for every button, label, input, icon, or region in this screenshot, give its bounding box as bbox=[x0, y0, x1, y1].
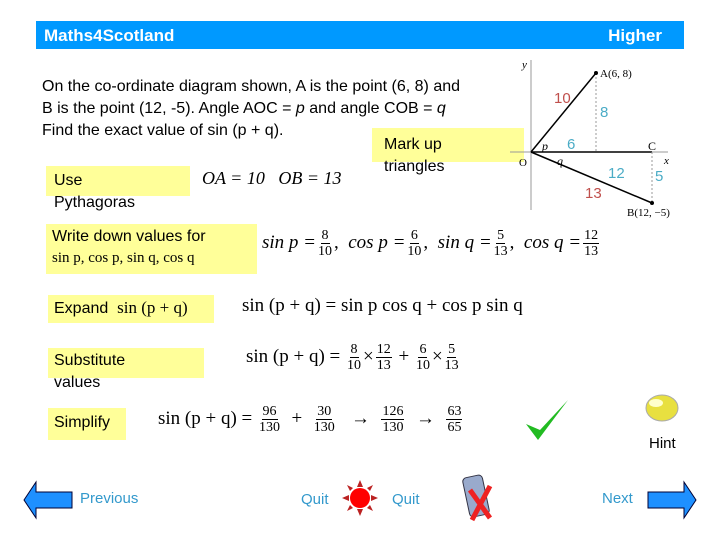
previous-arrow-icon[interactable] bbox=[22, 480, 74, 520]
svg-text:A(6, 8): A(6, 8) bbox=[600, 68, 632, 80]
quit-button-left[interactable]: Quit bbox=[301, 491, 329, 508]
svg-text:6: 6 bbox=[567, 136, 575, 153]
quit-button-right[interactable]: Quit bbox=[392, 491, 420, 508]
level-label: Higher bbox=[608, 26, 662, 45]
hint-substitute: Substitute values bbox=[48, 348, 204, 391]
line-oa bbox=[530, 72, 597, 153]
previous-button[interactable]: Previous bbox=[80, 490, 138, 507]
question-line2: B is the point (12, -5). Angle AOC = p a… bbox=[42, 100, 446, 117]
svg-text:O: O bbox=[519, 157, 527, 169]
trig-values: sin p = 8 10, cos p = 6 10, sin q = 5 13, cos … bbox=[262, 228, 600, 259]
hint-label[interactable]: Hint bbox=[649, 435, 676, 452]
header-bar: Maths4Scotland Higher bbox=[36, 21, 684, 49]
coordinate-diagram: y x O C A(6, 8) B(12, −5) p q 10 8 6 13 … bbox=[510, 59, 670, 219]
checkmark-icon bbox=[526, 400, 568, 440]
svg-text:13: 13 bbox=[585, 185, 602, 202]
hint-bulb-button[interactable] bbox=[642, 390, 682, 430]
substitution: sin (p + q) = 8 10 × 12 13 + 6 10 × 5 13 bbox=[246, 342, 459, 373]
svg-text:12: 12 bbox=[608, 165, 625, 182]
quit-sun-icon[interactable] bbox=[340, 478, 380, 518]
pythagoras-result: OA = 10 OB = 13 bbox=[202, 168, 342, 188]
svg-text:y: y bbox=[521, 59, 527, 71]
next-button[interactable]: Next bbox=[602, 490, 633, 507]
svg-text:5: 5 bbox=[655, 168, 663, 185]
next-arrow-icon[interactable] bbox=[646, 480, 698, 520]
svg-text:10: 10 bbox=[554, 90, 571, 107]
hint-expand: Expand sin (p + q) bbox=[48, 295, 214, 323]
calculator-disabled-icon bbox=[462, 474, 493, 522]
svg-text:q: q bbox=[557, 154, 563, 168]
expansion: sin (p + q) = sin p cos q + cos p sin q bbox=[242, 295, 523, 316]
svg-text:B(12, −5): B(12, −5) bbox=[627, 207, 670, 219]
hint-simplify: Simplify bbox=[48, 408, 126, 440]
hint-write-values: Write down values for sin p, cos p, sin … bbox=[46, 224, 257, 274]
site-title: Maths4Scotland bbox=[44, 26, 175, 45]
svg-text:p: p bbox=[541, 139, 548, 153]
question-line1: On the co-ordinate diagram shown, A is t… bbox=[42, 78, 461, 95]
simplification: sin (p + q) = 96 130 + 30 130 → 126 130 → 6… bbox=[158, 404, 463, 435]
svg-text:8: 8 bbox=[600, 104, 608, 121]
svg-text:x: x bbox=[663, 155, 669, 167]
svg-text:C: C bbox=[648, 139, 656, 153]
hint-pythagoras: Use Pythagoras bbox=[46, 166, 190, 211]
